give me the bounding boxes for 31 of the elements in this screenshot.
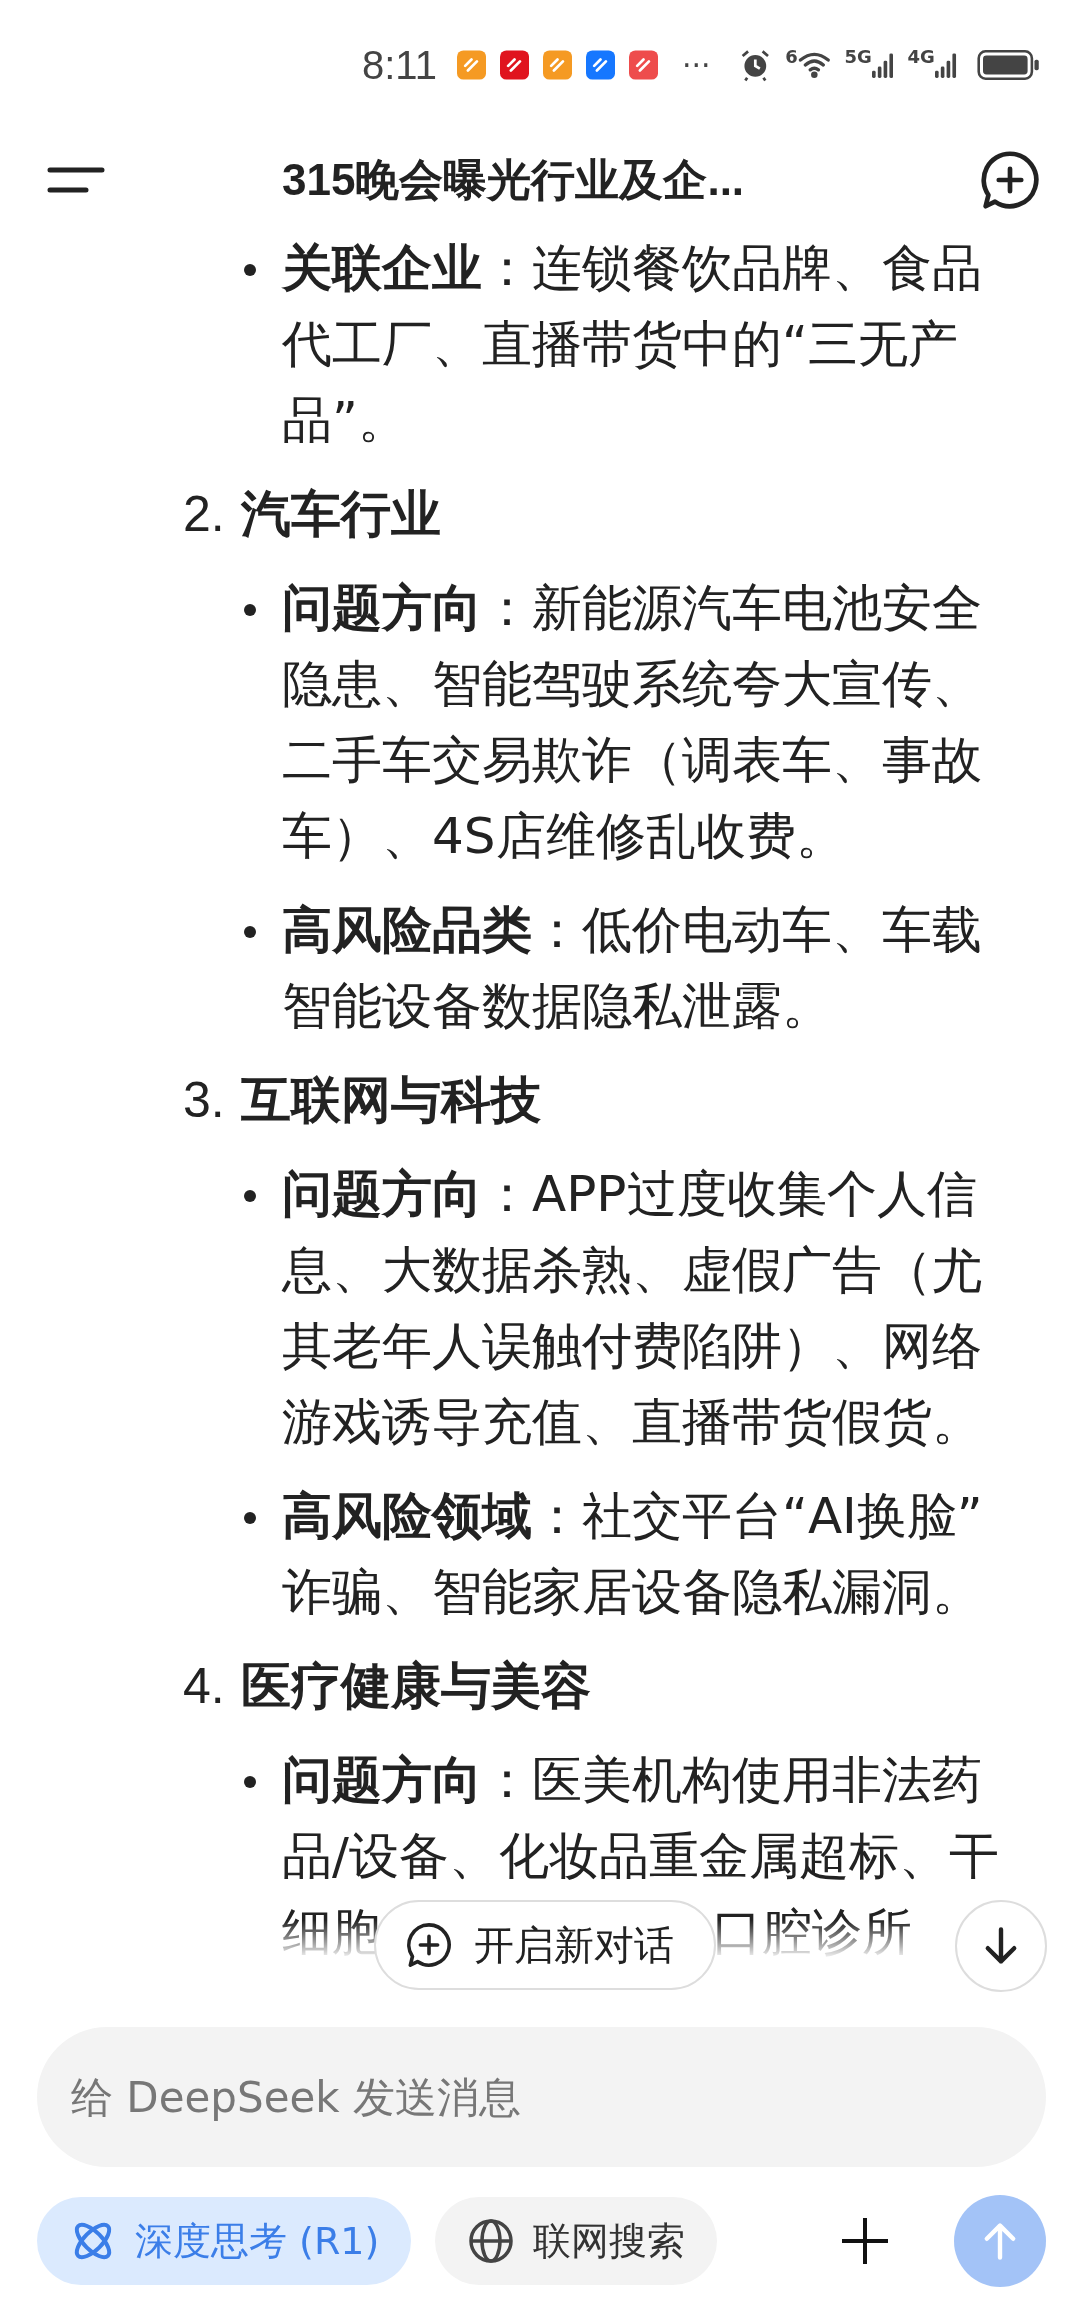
status-time: 8:11: [362, 42, 437, 88]
wifi-standard-label: 6: [785, 46, 798, 67]
section-heading: 互联网与科技: [241, 1070, 541, 1131]
list-number: 3.: [183, 1071, 226, 1130]
bullet-text: 问题方向：APP过度收集个人信息、大数据杀熟、虚假广告（尤其老年人误触付费陷阱）、网络游戏诱导充值、直播带货假货。: [282, 1164, 983, 1453]
new-chat-icon: [406, 1922, 452, 1968]
more-notifications: ···: [681, 47, 711, 83]
section-heading: 汽车行业: [241, 484, 441, 545]
list-number: 4.: [183, 1657, 226, 1716]
network-type-label: 4G: [907, 46, 935, 67]
network-type-label: 5G: [844, 46, 872, 67]
globe-icon: [467, 2217, 516, 2265]
bullet-text: 高风险品类：低价电动车、车载智能设备数据隐私泄露。: [282, 900, 983, 1037]
bullet-text: 问题方向：新能源汽车电池安全隐患、智能驾驶系统夸大宣传、二手车交易欺诈（调表车、事故车）、4S店维修乱收费。: [282, 578, 983, 867]
bullet-dot: [244, 264, 256, 276]
chat-title: 315晚会曝光行业及企...: [282, 153, 746, 206]
plus-icon[interactable]: [840, 2216, 890, 2266]
bullet-dot: [244, 1776, 256, 1788]
bullet-dot: [244, 926, 256, 938]
web-search-toggle[interactable]: 联网搜索: [435, 2197, 718, 2285]
bullet-text: 关联企业：连锁餐饮品牌、食品代工厂、直播带货中的“三无产品”。: [282, 238, 983, 451]
bullet-dot: [244, 1512, 256, 1524]
bullet-text: 高风险领域：社交平台“AI换脸”诈骗、智能家居设备隐私漏洞。: [282, 1486, 984, 1623]
message-input-field[interactable]: 给 DeepSeek 发送消息: [37, 2027, 1046, 2167]
list-number: 2.: [183, 485, 226, 544]
battery-icon: [976, 48, 1040, 82]
bullet-dot: [244, 1190, 256, 1202]
bullet-text: 问题方向：医美机构使用非法药品/设备、化妆品重金属超标、干: [282, 1750, 1000, 1887]
section-heading: 医疗健康与美容: [241, 1656, 591, 1717]
new-chat-icon[interactable]: [980, 150, 1040, 210]
bullet-dot: [244, 604, 256, 616]
